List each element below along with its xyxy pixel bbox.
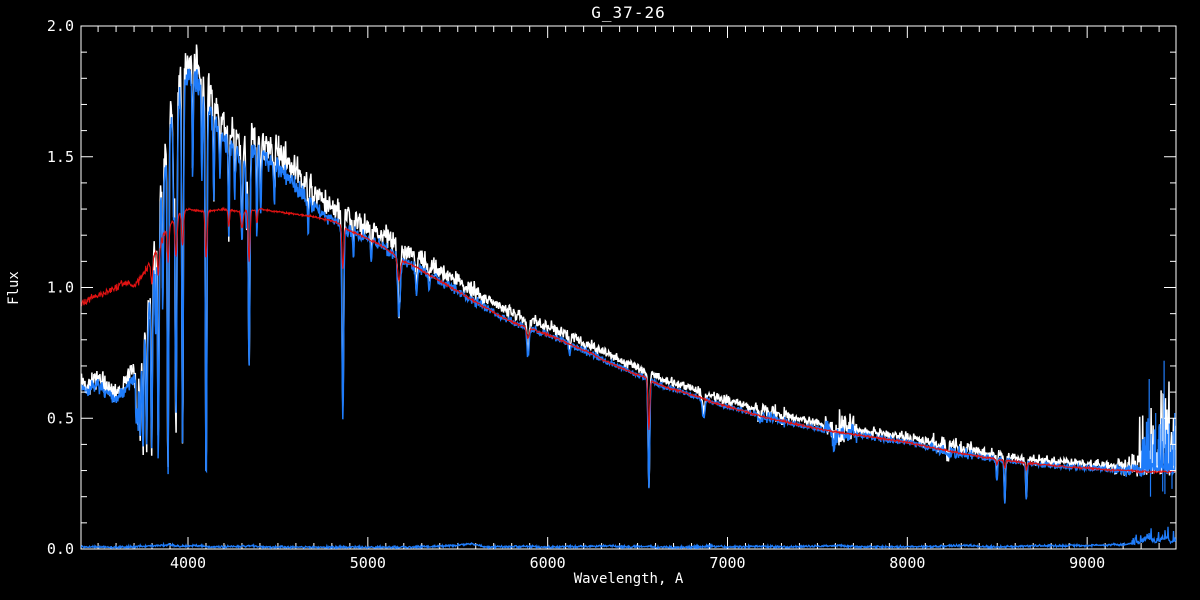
spectrum-chart: 4000 5000 6000 7000 8000 9000 0.0 0.5 1.0 1.5 2.0 …: [0, 0, 1200, 600]
x-tick-label: 4000: [170, 554, 206, 572]
y-axis-label: Flux: [6, 271, 22, 305]
series-observed: [81, 67, 1176, 504]
y-tick-label: 2.0: [47, 17, 74, 35]
x-tick-label: 8000: [889, 554, 925, 572]
y-tick-label: 1.0: [47, 279, 74, 297]
axes-box: [80, 25, 1177, 550]
series-model: [81, 206, 1176, 475]
x-axis-label: Wavelength, A: [573, 571, 684, 587]
series-noise-floor: [81, 526, 1176, 549]
x-tick-label: 6000: [530, 554, 566, 572]
y-tick-label: 0.0: [47, 540, 74, 558]
plot-canvas: 4000 5000 6000 7000 8000 9000 0.0 0.5 1.0 1.5 2.0: [47, 17, 1177, 572]
series-observed-raw: [81, 44, 1176, 503]
x-tick-label: 9000: [1069, 554, 1105, 572]
chart-title: G_37-26: [591, 3, 666, 22]
y-tick-label: 1.5: [47, 148, 74, 166]
y-tick-label: 0.5: [47, 409, 74, 427]
x-tick-label: 5000: [350, 554, 386, 572]
x-tick-label: 7000: [709, 554, 745, 572]
